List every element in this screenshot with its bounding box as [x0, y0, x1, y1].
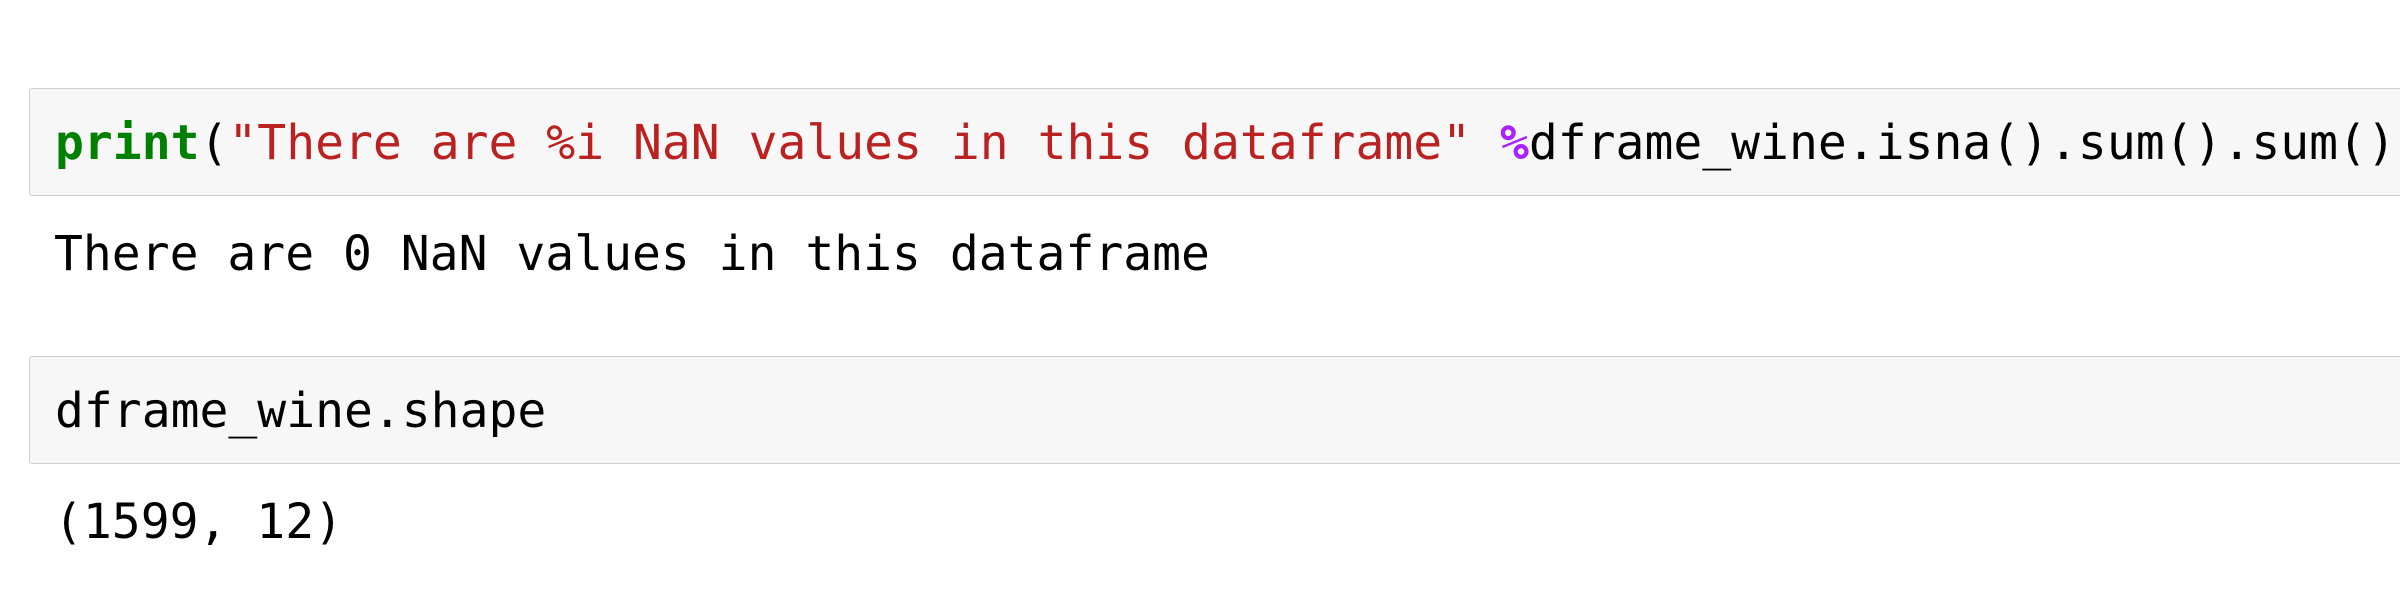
print-builtin: print [55, 115, 200, 171]
code-line-1[interactable]: print("There are %i NaN values in this d… [55, 89, 2400, 197]
expression: dframe_wine.isna().sum().sum()) [1528, 115, 2400, 171]
percent-operator: % [1499, 115, 1529, 171]
code-input-2[interactable]: dframe_wine.shape [29, 356, 2400, 464]
open-paren: ( [199, 115, 229, 171]
format-string: "There are %i NaN values in this datafra… [228, 115, 1472, 171]
notebook: print("There are %i NaN values in this d… [0, 0, 2400, 600]
cell-output-1: There are 0 NaN values in this dataframe [54, 226, 1210, 282]
code-line-2[interactable]: dframe_wine.shape [55, 357, 546, 465]
cell-output-2: (1599, 12) [54, 494, 343, 550]
code-input-1[interactable]: print("There are %i NaN values in this d… [29, 88, 2400, 196]
